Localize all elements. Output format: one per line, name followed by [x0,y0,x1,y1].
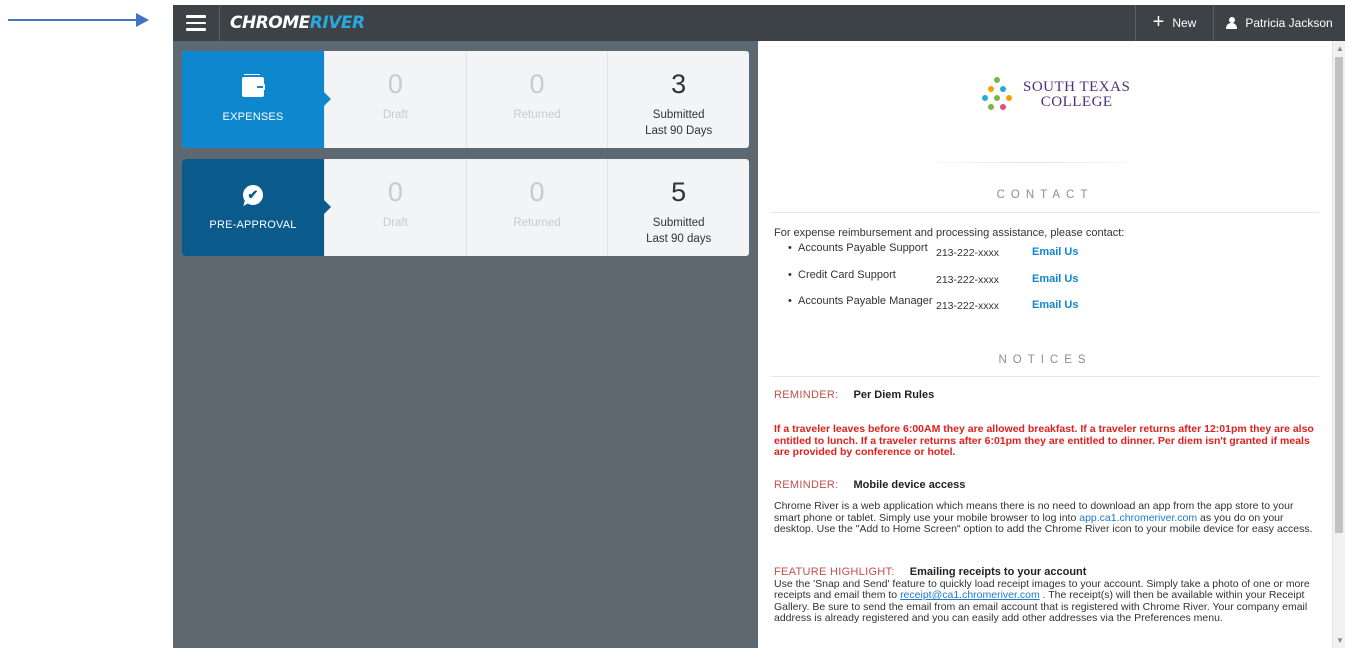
submitted-period: Last 90 Days [645,125,713,137]
tile-pointer [324,200,331,214]
notice-per-diem-body: If a traveler leaves before 6:00AM they … [774,423,1314,458]
submitted-period: Last 90 days [646,233,712,245]
submitted-count: 5 [671,177,687,207]
preapproval-tile[interactable]: ✔ PRE-APPROVAL [182,159,331,256]
contact-row: • Accounts Payable Support 213-222-xxxx … [788,242,1148,259]
email-us-link[interactable]: Email Us [1032,246,1078,258]
top-bar: CHROMERIVER + New Patricia Jackson [173,5,1345,41]
preapproval-submitted[interactable]: 5 Submitted Last 90 days [607,159,749,256]
college-people-logo [979,77,1017,113]
draft-count: 0 [387,177,403,207]
contact-phone: 213-222-xxxx [936,247,1000,259]
scroll-thumb[interactable] [1335,57,1343,533]
expenses-draft[interactable]: 0 Draft [324,51,466,148]
expenses-card[interactable]: EXPENSES 0 Draft 0 Returned 3 Submitted … [182,51,749,148]
logo-river-text: RIVER [309,13,365,33]
chrome-river-logo[interactable]: CHROMERIVER [230,13,365,33]
returned-label: Returned [513,109,561,121]
returned-label: Returned [513,217,561,229]
submitted-count: 3 [671,69,687,99]
menu-icon[interactable] [173,5,220,41]
preapproval-card[interactable]: ✔ PRE-APPROVAL 0 Draft 0 Returned 5 Subm… [182,159,749,256]
annotation-arrow-head [136,13,149,27]
submitted-caption: Submitted Last 90 Days [645,107,712,139]
notice-title: Emailing receipts to your account [909,566,1087,578]
draft-count: 0 [387,69,403,99]
check-bubble-icon: ✔ [243,184,263,208]
contact-name: Accounts Payable Manager [798,295,933,307]
new-button-label: New [1172,16,1197,30]
app-url-link[interactable]: app.ca1.chromeriver.com [1079,512,1197,524]
panel-scrollbar[interactable]: ▲ ▼ [1332,41,1345,648]
college-name-line2: COLLEGE [1040,94,1113,110]
college-name: SOUTH TEXAS COLLEGE [1023,80,1130,110]
draft-label: Draft [382,217,408,229]
wallet-icon [242,73,265,97]
returned-count: 0 [529,69,545,99]
notice-title: Per Diem Rules [853,389,935,401]
preapproval-label: PRE-APPROVAL [209,218,297,231]
menu-bar [186,21,206,25]
expenses-returned[interactable]: 0 Returned [465,51,608,148]
scroll-down-arrow[interactable]: ▼ [1336,636,1344,645]
user-name: Patricia Jackson [1245,16,1333,30]
returned-count: 0 [529,177,545,207]
submitted-label: Submitted [652,109,705,121]
email-us-link[interactable]: Email Us [1032,273,1078,285]
reminder-tag: REMINDER: [774,479,839,491]
contact-row: • Accounts Payable Manager 213-222-xxxx … [788,295,1148,312]
reminder-tag: REMINDER: [774,389,839,401]
scroll-up-arrow[interactable]: ▲ [1336,44,1344,53]
contact-phone: 213-222-xxxx [936,300,1000,312]
receipt-email-link[interactable]: receipt@ca1.chromeriver.com [900,589,1040,601]
notices-heading: NOTICES [998,354,1092,366]
info-panel[interactable]: SOUTH TEXAS COLLEGE CONTACT For expense … [758,41,1345,648]
tile-pointer [324,92,331,106]
draft-label: Draft [382,109,408,121]
contact-row: • Credit Card Support 213-222-xxxx Email… [788,269,1148,286]
contact-phone: 213-222-xxxx [936,274,1000,286]
notice-title: Mobile device access [853,479,966,491]
contact-heading: CONTACT [996,189,1094,201]
chrome-river-app: CHROMERIVER + New Patricia Jackson EXPEN… [173,5,1345,648]
bullet: • [788,242,792,254]
bullet: • [788,295,792,307]
notice-mobile-body: Chrome River is a web application which … [774,500,1322,536]
annotation-arrow-line [8,19,140,21]
expenses-tile[interactable]: EXPENSES [182,51,331,148]
notice-feature-body: Use the 'Snap and Send' feature to quick… [774,578,1322,625]
bullet: • [788,269,792,281]
notice-feature: FEATURE HIGHLIGHT: Emailing receipts to … [774,566,1322,625]
plus-icon: + [1152,11,1165,33]
submitted-label: Submitted [652,217,705,229]
screenshot-root: CHROMERIVER + New Patricia Jackson EXPEN… [0,0,1345,648]
email-us-link[interactable]: Email Us [1032,299,1078,311]
submitted-caption: Submitted Last 90 days [646,215,711,247]
expenses-submitted[interactable]: 3 Submitted Last 90 Days [607,51,749,148]
contact-name: Credit Card Support [798,269,896,281]
user-menu-button[interactable]: Patricia Jackson [1213,5,1345,41]
notice-per-diem-heading: REMINDER: Per Diem Rules [774,389,1322,402]
user-icon [1226,17,1238,29]
notices-rule [771,376,1319,377]
feature-tag: FEATURE HIGHLIGHT: [774,566,895,578]
menu-bar [186,28,206,31]
contact-rule [771,212,1319,213]
logo-chrome-text: CHROME [230,13,310,33]
expenses-label: EXPENSES [222,110,284,123]
preapproval-draft[interactable]: 0 Draft [324,159,466,256]
contact-intro: For expense reimbursement and processing… [774,227,1125,239]
college-name-line1: SOUTH TEXAS [1023,79,1131,95]
notice-mobile-heading: REMINDER: Mobile device access [774,479,1322,492]
logo-divider [918,162,1148,163]
contact-name: Accounts Payable Support [798,242,928,254]
menu-bar [186,15,206,18]
new-button[interactable]: + New [1135,5,1213,41]
preapproval-returned[interactable]: 0 Returned [465,159,608,256]
college-logo: SOUTH TEXAS COLLEGE [979,77,1130,113]
